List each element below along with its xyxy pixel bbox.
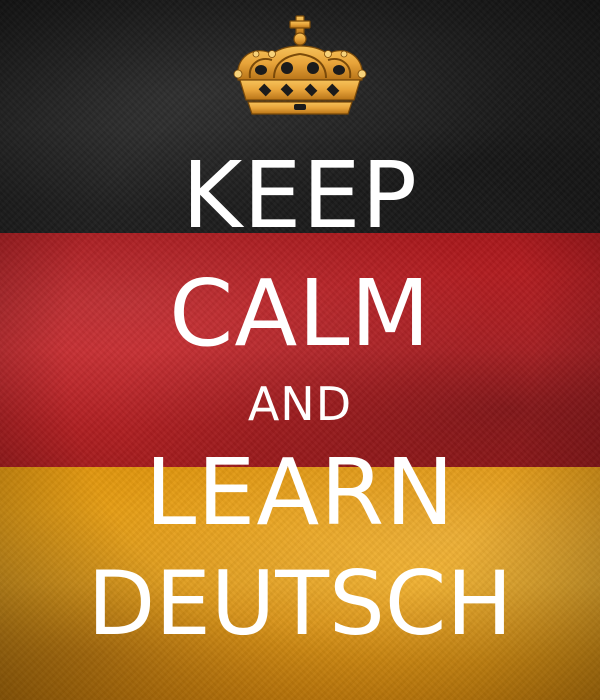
headline-keep: KEEP (181, 142, 419, 249)
headline-and: AND (247, 377, 353, 431)
poster: KEEP CALM AND LEARN DEUTSCH (0, 0, 600, 700)
headline-deutsch: DEUTSCH (87, 552, 513, 655)
headline-learn: LEARN (144, 439, 456, 546)
crown-icon (233, 15, 367, 115)
headline-calm: CALM (169, 260, 431, 367)
